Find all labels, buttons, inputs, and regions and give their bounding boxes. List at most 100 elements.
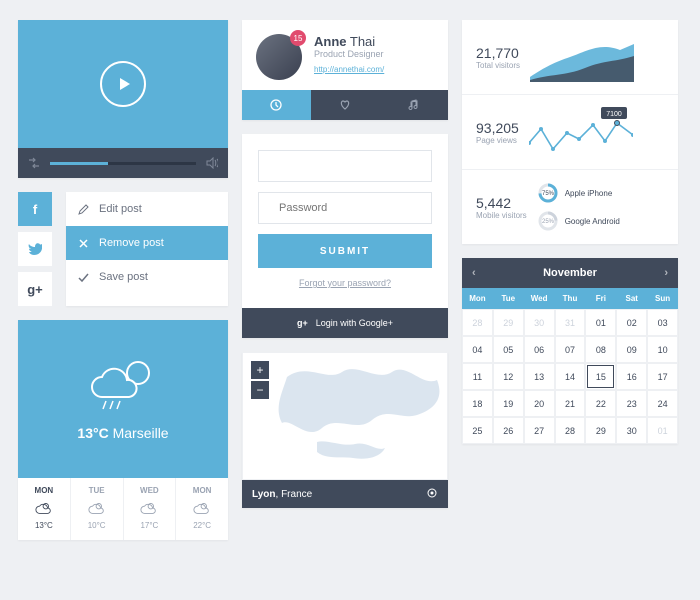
cal-day[interactable]: 18	[462, 390, 493, 417]
cal-day[interactable]: 09	[616, 336, 647, 363]
cal-day[interactable]: 16	[616, 363, 647, 390]
cal-day[interactable]: 28	[462, 309, 493, 336]
dow-label: Tue	[493, 288, 524, 309]
map-location: Lyon, France	[252, 489, 312, 500]
forecast-day[interactable]: WED17°C	[124, 478, 177, 540]
device-iphone: 75% Apple iPhone	[537, 182, 620, 204]
profile-name: Anne Thai	[314, 34, 384, 49]
cal-day[interactable]: 14	[555, 363, 586, 390]
cal-day[interactable]: 25	[462, 417, 493, 444]
notification-badge: 15	[290, 30, 306, 46]
cal-day[interactable]: 01	[647, 417, 678, 444]
svg-text:75%: 75%	[542, 191, 555, 197]
cal-day[interactable]: 29	[585, 417, 616, 444]
login-card: SUBMIT Forgot your password? g+Login wit…	[242, 134, 448, 338]
cal-day[interactable]: 31	[555, 309, 586, 336]
cal-grid: 2829303101020304050607080910111213141516…	[462, 309, 678, 444]
dow-label: Wed	[524, 288, 555, 309]
video-player-card	[18, 20, 228, 178]
mobile-label: Mobile visitors	[476, 211, 527, 220]
cal-day[interactable]: 04	[462, 336, 493, 363]
username-input[interactable]	[258, 150, 432, 182]
dow-label: Sun	[647, 288, 678, 309]
calendar-card: ‹ November › MonTueWedThuFriSatSun 28293…	[462, 258, 678, 444]
facebook-button[interactable]: f	[18, 192, 52, 226]
cal-day[interactable]: 03	[647, 309, 678, 336]
cal-next-button[interactable]: ›	[664, 267, 668, 279]
cal-day[interactable]: 29	[493, 309, 524, 336]
svg-text:25%: 25%	[542, 219, 555, 225]
google-login-button[interactable]: g+Login with Google+	[242, 308, 448, 338]
volume-icon[interactable]	[206, 157, 218, 169]
map-view[interactable]: + −	[242, 352, 448, 480]
cal-day[interactable]: 10	[647, 336, 678, 363]
cal-day[interactable]: 15	[585, 363, 616, 390]
tab-activity[interactable]	[242, 90, 311, 120]
cal-day[interactable]: 11	[462, 363, 493, 390]
cal-day[interactable]: 13	[524, 363, 555, 390]
forgot-password-link[interactable]: Forgot your password?	[258, 268, 432, 292]
twitter-button[interactable]	[18, 232, 52, 266]
cal-day[interactable]: 12	[493, 363, 524, 390]
video-progress[interactable]	[50, 162, 196, 165]
cal-day[interactable]: 07	[555, 336, 586, 363]
cal-day[interactable]: 19	[493, 390, 524, 417]
location-icon[interactable]	[426, 488, 438, 500]
cal-day[interactable]: 21	[555, 390, 586, 417]
zoom-in-button[interactable]: +	[251, 361, 269, 379]
cal-day[interactable]: 26	[493, 417, 524, 444]
profile-title: Product Designer	[314, 49, 384, 59]
avatar[interactable]: 15	[256, 34, 302, 80]
submit-button[interactable]: SUBMIT	[258, 234, 432, 268]
visitors-area-chart	[530, 32, 634, 82]
cal-day[interactable]: 30	[616, 417, 647, 444]
tab-likes[interactable]	[311, 90, 380, 120]
cal-day[interactable]: 02	[616, 309, 647, 336]
forecast-row: MON13°CTUE10°CWED17°CMON22°C	[18, 478, 228, 540]
menu-item-check[interactable]: Save post	[66, 260, 228, 294]
menu-item-pencil[interactable]: Edit post	[66, 192, 228, 226]
cal-day[interactable]: 23	[616, 390, 647, 417]
svg-text:7100: 7100	[606, 111, 622, 118]
cal-day[interactable]: 28	[555, 417, 586, 444]
zoom-out-button[interactable]: −	[251, 381, 269, 399]
stats-card: 21,770 Total visitors 93,205 Page views …	[462, 20, 678, 244]
cal-day[interactable]: 01	[585, 309, 616, 336]
play-button[interactable]	[100, 61, 146, 107]
forecast-day[interactable]: MON13°C	[18, 478, 71, 540]
dow-label: Fri	[585, 288, 616, 309]
forecast-day[interactable]: TUE10°C	[71, 478, 124, 540]
shuffle-icon[interactable]	[28, 157, 40, 169]
cal-day[interactable]: 30	[524, 309, 555, 336]
cal-day[interactable]: 22	[585, 390, 616, 417]
dow-label: Mon	[462, 288, 493, 309]
profile-tabs	[242, 90, 448, 120]
cal-day[interactable]: 08	[585, 336, 616, 363]
cal-day[interactable]: 06	[524, 336, 555, 363]
post-menu: Edit postRemove postSave post	[66, 192, 228, 306]
tab-music[interactable]	[379, 90, 448, 120]
googleplus-button[interactable]: g+	[18, 272, 52, 306]
x-icon	[78, 238, 89, 249]
password-input[interactable]	[258, 192, 432, 224]
dow-label: Thu	[555, 288, 586, 309]
cal-day[interactable]: 24	[647, 390, 678, 417]
cal-dow-row: MonTueWedThuFriSatSun	[462, 288, 678, 309]
cal-day[interactable]: 27	[524, 417, 555, 444]
views-label: Page views	[476, 136, 519, 145]
views-line-chart: 7100	[529, 107, 633, 157]
mobile-number: 5,442	[476, 195, 527, 211]
cal-month: November	[543, 267, 597, 279]
profile-link[interactable]: http://annethai.com/	[314, 65, 384, 74]
map-card: + − Lyon, France	[242, 352, 448, 508]
visitors-number: 21,770	[476, 45, 520, 61]
cal-day[interactable]: 05	[493, 336, 524, 363]
cal-prev-button[interactable]: ‹	[472, 267, 476, 279]
video-area	[18, 20, 228, 148]
cal-day[interactable]: 17	[647, 363, 678, 390]
weather-summary: 13°C Marseille	[77, 425, 168, 441]
views-number: 93,205	[476, 120, 519, 136]
forecast-day[interactable]: MON22°C	[176, 478, 228, 540]
cal-day[interactable]: 20	[524, 390, 555, 417]
menu-item-x[interactable]: Remove post	[66, 226, 228, 260]
